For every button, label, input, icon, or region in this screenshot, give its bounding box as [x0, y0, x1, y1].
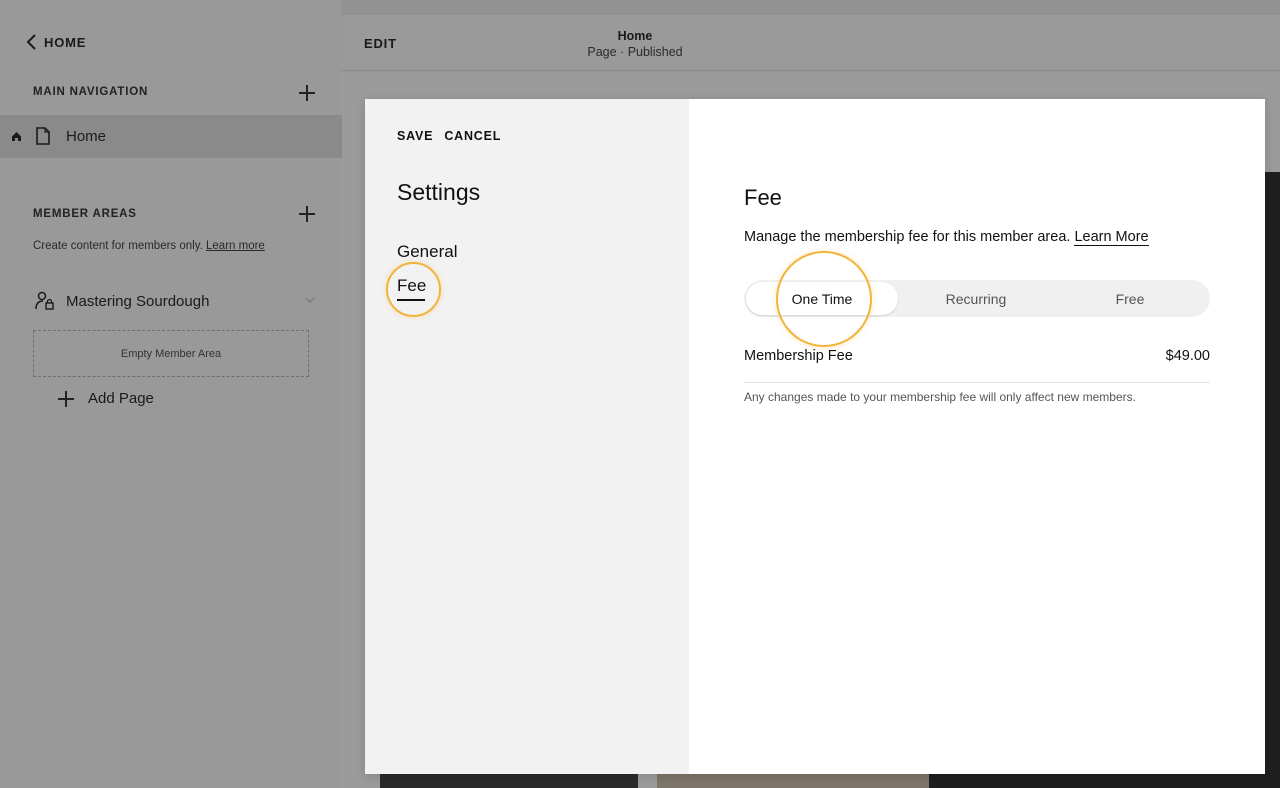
empty-member-area: Empty Member Area — [33, 330, 309, 377]
settings-title: Settings — [397, 179, 481, 205]
member-area-item[interactable]: Mastering Sourdough — [33, 289, 315, 315]
add-navigation-icon[interactable] — [299, 85, 315, 101]
add-page-button[interactable]: Add Page — [58, 390, 154, 407]
page-title: Home — [617, 29, 653, 43]
page-icon — [36, 127, 50, 145]
membership-fee-value[interactable]: $49.00 — [1166, 348, 1210, 364]
editor-topbar: EDIT — [342, 15, 1280, 71]
settings-menu-fee[interactable]: Fee — [397, 276, 427, 301]
cancel-button[interactable]: CANCEL — [444, 129, 501, 143]
main-navigation-heading: MAIN NAVIGATION — [33, 86, 149, 98]
preview-image — [657, 774, 929, 788]
settings-menu-general[interactable]: General — [397, 242, 457, 262]
chevron-down-icon[interactable] — [305, 297, 315, 304]
fee-description: Manage the membership fee for this membe… — [744, 229, 1149, 246]
add-page-label: Add Page — [88, 390, 154, 407]
member-area-label: Mastering Sourdough — [66, 293, 210, 310]
active-underline — [397, 299, 425, 301]
preview-image — [380, 774, 638, 788]
empty-member-area-label: Empty Member Area — [120, 347, 222, 360]
home-icon — [12, 132, 21, 141]
fee-option-one-time[interactable]: One Time — [746, 282, 898, 315]
page-status: Page · Published — [587, 45, 683, 59]
nav-item-home-label: Home — [66, 128, 107, 145]
settings-sidebar: SAVE CANCEL Settings General Fee — [365, 99, 689, 774]
site-sidebar: HOME MAIN NAVIGATION Home MEMBER AREAS C… — [0, 0, 342, 788]
member-lock-icon — [35, 291, 54, 310]
membership-fee-label: Membership Fee — [744, 348, 853, 364]
fee-option-recurring[interactable]: Recurring — [900, 282, 1052, 315]
member-areas-heading: MEMBER AREAS — [33, 208, 137, 220]
fee-option-free[interactable]: Free — [1054, 282, 1206, 315]
member-areas-description: Create content for members only. Learn m… — [33, 240, 265, 252]
membership-fee-row[interactable]: Membership Fee $49.00 — [744, 347, 1210, 383]
fee-description-text: Manage the membership fee for this membe… — [744, 229, 1071, 245]
nav-item-home[interactable]: Home — [0, 115, 342, 158]
member-desc-text: Create content for members only. — [33, 240, 203, 252]
modal-actions: SAVE CANCEL — [397, 129, 501, 143]
settings-menu-fee-label: Fee — [397, 276, 427, 295]
settings-modal: SAVE CANCEL Settings General Fee Fee Man… — [365, 99, 1265, 774]
fee-title: Fee — [744, 185, 782, 210]
member-learn-more-link[interactable]: Learn more — [206, 240, 265, 252]
fee-type-toggle: One Time Recurring Free — [744, 280, 1210, 317]
fee-learn-more-link[interactable]: Learn More — [1074, 229, 1149, 246]
fee-panel: Fee Manage the membership fee for this m… — [689, 99, 1265, 774]
save-button[interactable]: SAVE — [397, 129, 433, 143]
fee-note: Any changes made to your membership fee … — [744, 390, 1136, 404]
plus-icon — [58, 390, 74, 407]
add-member-area-icon[interactable] — [299, 206, 315, 222]
